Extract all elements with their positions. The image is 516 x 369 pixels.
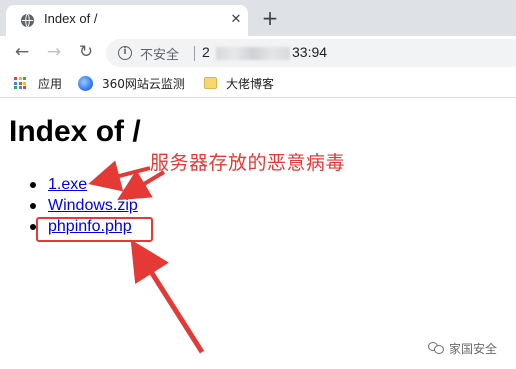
arrow-to-zip	[117, 169, 166, 201]
annotation-arrows	[88, 160, 205, 354]
watermark-text: 家国安全	[449, 341, 498, 356]
watermark: 家国安全	[428, 339, 497, 357]
wechat-icon	[428, 341, 445, 355]
arrow-to-php	[130, 239, 205, 354]
arrow-to-exe	[88, 160, 151, 192]
